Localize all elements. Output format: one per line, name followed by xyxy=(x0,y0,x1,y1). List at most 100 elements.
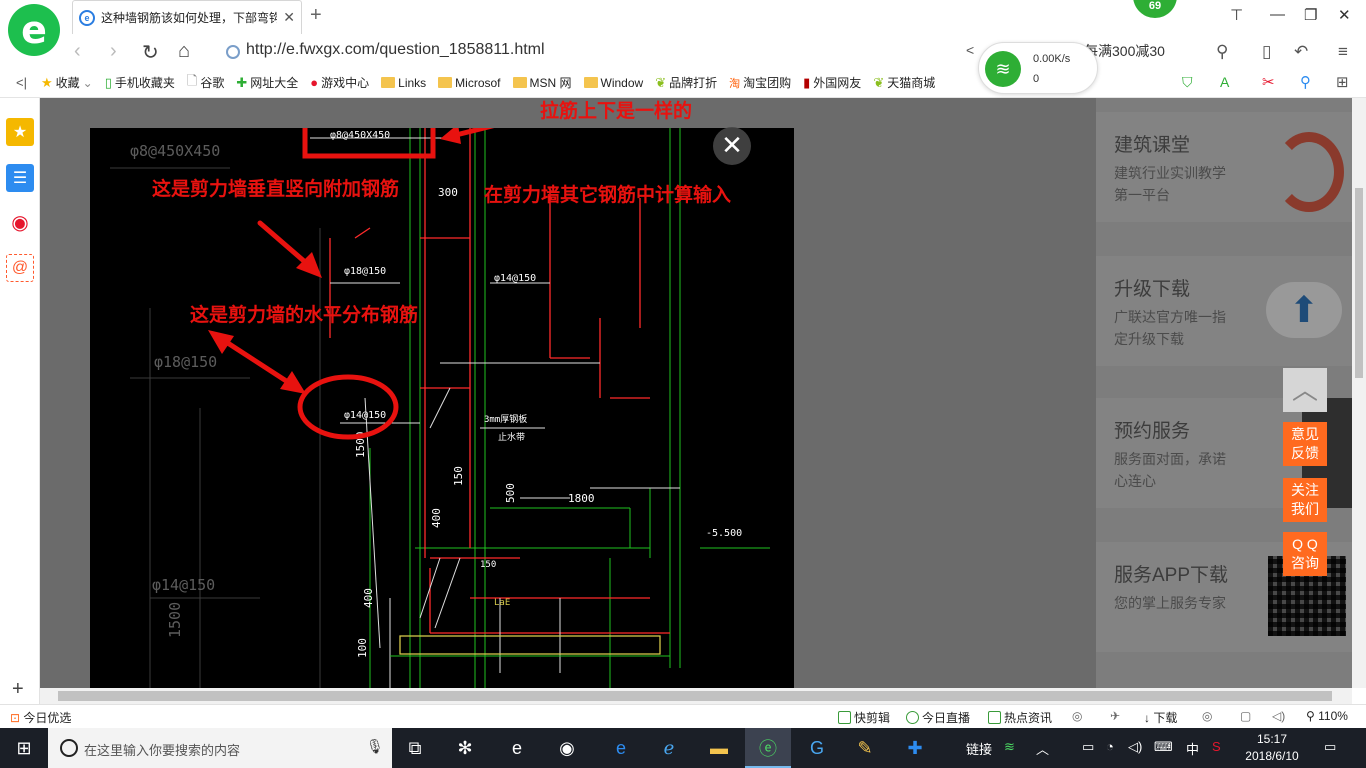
ie-icon[interactable]: ℯ xyxy=(652,734,686,762)
status-item[interactable]: 今日直播 xyxy=(906,709,970,726)
share-icon[interactable]: < xyxy=(966,42,974,58)
taskbar-search[interactable]: 在这里输入你要搜索的内容 🎙 xyxy=(48,728,392,768)
download-button[interactable]: ↓ 下载 xyxy=(1144,709,1177,726)
back-to-top-button[interactable]: ︿ xyxy=(1283,368,1327,412)
pin-icon[interactable]: ✈ xyxy=(1110,709,1120,723)
service-card[interactable]: 升级下载 广联达官方唯一指定升级下载 ⬆ xyxy=(1096,256,1352,366)
file-explorer-icon[interactable]: ▬ xyxy=(702,734,736,762)
scroll-thumb[interactable] xyxy=(1355,188,1363,378)
search-icon[interactable]: ⚲ xyxy=(1216,42,1228,62)
course-logo-icon xyxy=(1274,132,1344,212)
security-icon[interactable] xyxy=(226,45,240,59)
translate-icon[interactable]: A xyxy=(1220,74,1229,90)
minimize-button[interactable]: — xyxy=(1270,6,1285,23)
notes-icon[interactable]: ✎ xyxy=(848,734,882,762)
bookmark-item[interactable]: Links xyxy=(381,76,426,90)
shield-icon[interactable]: ⛉ xyxy=(1182,74,1193,91)
globe-icon: ✚ xyxy=(236,74,248,90)
status-item[interactable]: 快剪辑 xyxy=(838,709,890,726)
bookmark-item[interactable]: ▮ 外国网友 xyxy=(803,74,861,91)
bookmark-item[interactable]: ● 游戏中心 xyxy=(310,74,369,91)
network-tray-icon[interactable]: ◔ xyxy=(1106,739,1114,754)
volume-icon[interactable]: ◁) xyxy=(1128,739,1142,755)
restore-button[interactable]: ❐ xyxy=(1304,6,1317,24)
back-button[interactable]: ‹ xyxy=(74,40,81,63)
notification-badge[interactable]: 69 xyxy=(1133,0,1177,18)
bookmark-item[interactable]: ❦ 天猫商城 xyxy=(873,74,935,91)
close-window-button[interactable]: ✕ xyxy=(1338,6,1351,24)
sidebar-toggle-icon[interactable]: <| xyxy=(16,75,27,90)
network-monitor[interactable]: ≋ 0.00K/s 0 xyxy=(978,42,1098,94)
browser-icon[interactable]: ◎ xyxy=(1202,709,1212,723)
scroll-thumb[interactable] xyxy=(58,691,1332,701)
speaker-icon[interactable]: ◁) xyxy=(1272,709,1285,723)
feedback-button[interactable]: 意见 反馈 xyxy=(1283,422,1327,466)
weibo-icon[interactable]: ◉ xyxy=(6,208,34,236)
vertical-scrollbar[interactable] xyxy=(1352,98,1366,688)
favorites-icon[interactable]: ★ xyxy=(6,118,34,146)
bookmark-item[interactable]: Microsof xyxy=(438,76,501,90)
sogou-icon[interactable]: S xyxy=(1212,739,1221,754)
taobao-icon: 淘 xyxy=(729,77,741,90)
glodon-icon[interactable]: G xyxy=(800,734,834,762)
url-input[interactable]: http://e.fwxgx.com/question_1858811.html xyxy=(246,41,545,59)
apps-icon[interactable]: ⊞ xyxy=(1336,73,1349,91)
bookmark-item[interactable]: MSN 网 xyxy=(512,74,572,91)
chevron-up-icon[interactable]: ︿ xyxy=(1036,739,1049,758)
zoom-icon: ⚲ xyxy=(1306,709,1315,723)
qq-consult-button[interactable]: Q Q 咨询 xyxy=(1283,532,1327,576)
tab-close-icon[interactable]: ✕ xyxy=(283,9,295,26)
360-browser-icon[interactable]: ⓔ xyxy=(751,734,785,762)
scissors-icon[interactable]: ✂ xyxy=(1262,73,1275,91)
new-tab-button[interactable]: + xyxy=(310,4,322,27)
horizontal-scrollbar[interactable] xyxy=(40,688,1352,704)
today-picks[interactable]: ⊡ 今日优选 xyxy=(10,709,71,726)
bookmark-item[interactable]: Window xyxy=(583,76,643,90)
status-item[interactable]: 热点资讯 xyxy=(988,709,1052,726)
undo-icon[interactable]: ↶ xyxy=(1294,42,1308,62)
forward-button[interactable]: › xyxy=(110,40,117,63)
tab-active[interactable]: e 这种墙钢筋该如何处理，下部弯钩 ✕ xyxy=(72,0,302,34)
windows-start-icon[interactable]: ⊞ xyxy=(0,728,48,768)
bookmark-item[interactable]: 淘淘宝团购 xyxy=(729,74,791,91)
page-content: 建筑课堂 建筑行业实训教学第一平台 升级下载 广联达官方唯一指定升级下载 ⬆ 预… xyxy=(40,98,1352,688)
browser-e-icon[interactable]: e xyxy=(500,734,534,762)
microphone-icon[interactable]: 🎙 xyxy=(366,738,384,755)
mobile-icon[interactable]: ▯ xyxy=(1262,42,1271,62)
home-button[interactable]: ⌂ xyxy=(178,40,190,63)
pinwheel-icon[interactable]: ✻ xyxy=(448,734,482,762)
bookmark-item[interactable]: ❦ 品牌打折 xyxy=(655,74,717,91)
follow-us-button[interactable]: 关注 我们 xyxy=(1283,478,1327,522)
wifi-tray-icon[interactable]: ≋ xyxy=(1004,739,1015,755)
bookmark-item[interactable]: ★ 收藏 ⌄ xyxy=(41,74,93,91)
bookmark-item[interactable]: 🗋 谷歌 xyxy=(187,72,224,94)
flag-icon: ▮ xyxy=(803,74,811,90)
refresh-button[interactable]: ↻ xyxy=(142,40,159,65)
ime-indicator[interactable]: 中 xyxy=(1186,739,1199,758)
speedup-icon[interactable]: ◎ xyxy=(1072,709,1082,723)
skin-icon[interactable]: ⊤ xyxy=(1230,6,1243,24)
mail-icon[interactable]: @ xyxy=(6,254,34,282)
edge-icon[interactable]: e xyxy=(604,734,638,762)
star-icon: ★ xyxy=(40,74,53,90)
service-card[interactable]: 建筑课堂 建筑行业实训教学第一平台 xyxy=(1096,112,1352,222)
close-lightbox-button[interactable]: ✕ xyxy=(713,127,751,165)
keyboard-icon[interactable]: ⌨ xyxy=(1154,739,1173,755)
magnifier-icon[interactable]: ⚲ xyxy=(1300,73,1311,91)
notification-icon[interactable]: ▭ xyxy=(1324,739,1336,755)
tray-link[interactable]: 链接 xyxy=(966,739,992,758)
swirl-browser-icon[interactable]: ◉ xyxy=(550,734,584,762)
add-sidebar-item-button[interactable]: + xyxy=(12,678,24,701)
task-view-icon[interactable]: ⧉ xyxy=(398,734,432,762)
clock[interactable]: 15:17 2018/6/10 xyxy=(1240,731,1304,765)
window-icon[interactable]: ▢ xyxy=(1240,709,1251,723)
browser-logo-icon[interactable]: e xyxy=(8,4,60,56)
bookmark-item[interactable]: ✚ 网址大全 xyxy=(236,74,298,91)
zoom-level[interactable]: ⚲ 110% xyxy=(1306,709,1348,723)
reader-icon[interactable]: ☰ xyxy=(6,164,34,192)
bookmarks-bar: <| ★ 收藏 ⌄ ▯ 手机收藏夹 🗋 谷歌 ✚ 网址大全 ● 游戏中心 Links Mic… xyxy=(0,68,1366,98)
bookmark-item[interactable]: ▯ 手机收藏夹 xyxy=(105,74,175,91)
battery-icon[interactable]: ▭ xyxy=(1082,739,1094,755)
plus-app-icon[interactable]: ✚ xyxy=(898,734,932,762)
menu-icon[interactable]: ≡ xyxy=(1338,42,1348,62)
